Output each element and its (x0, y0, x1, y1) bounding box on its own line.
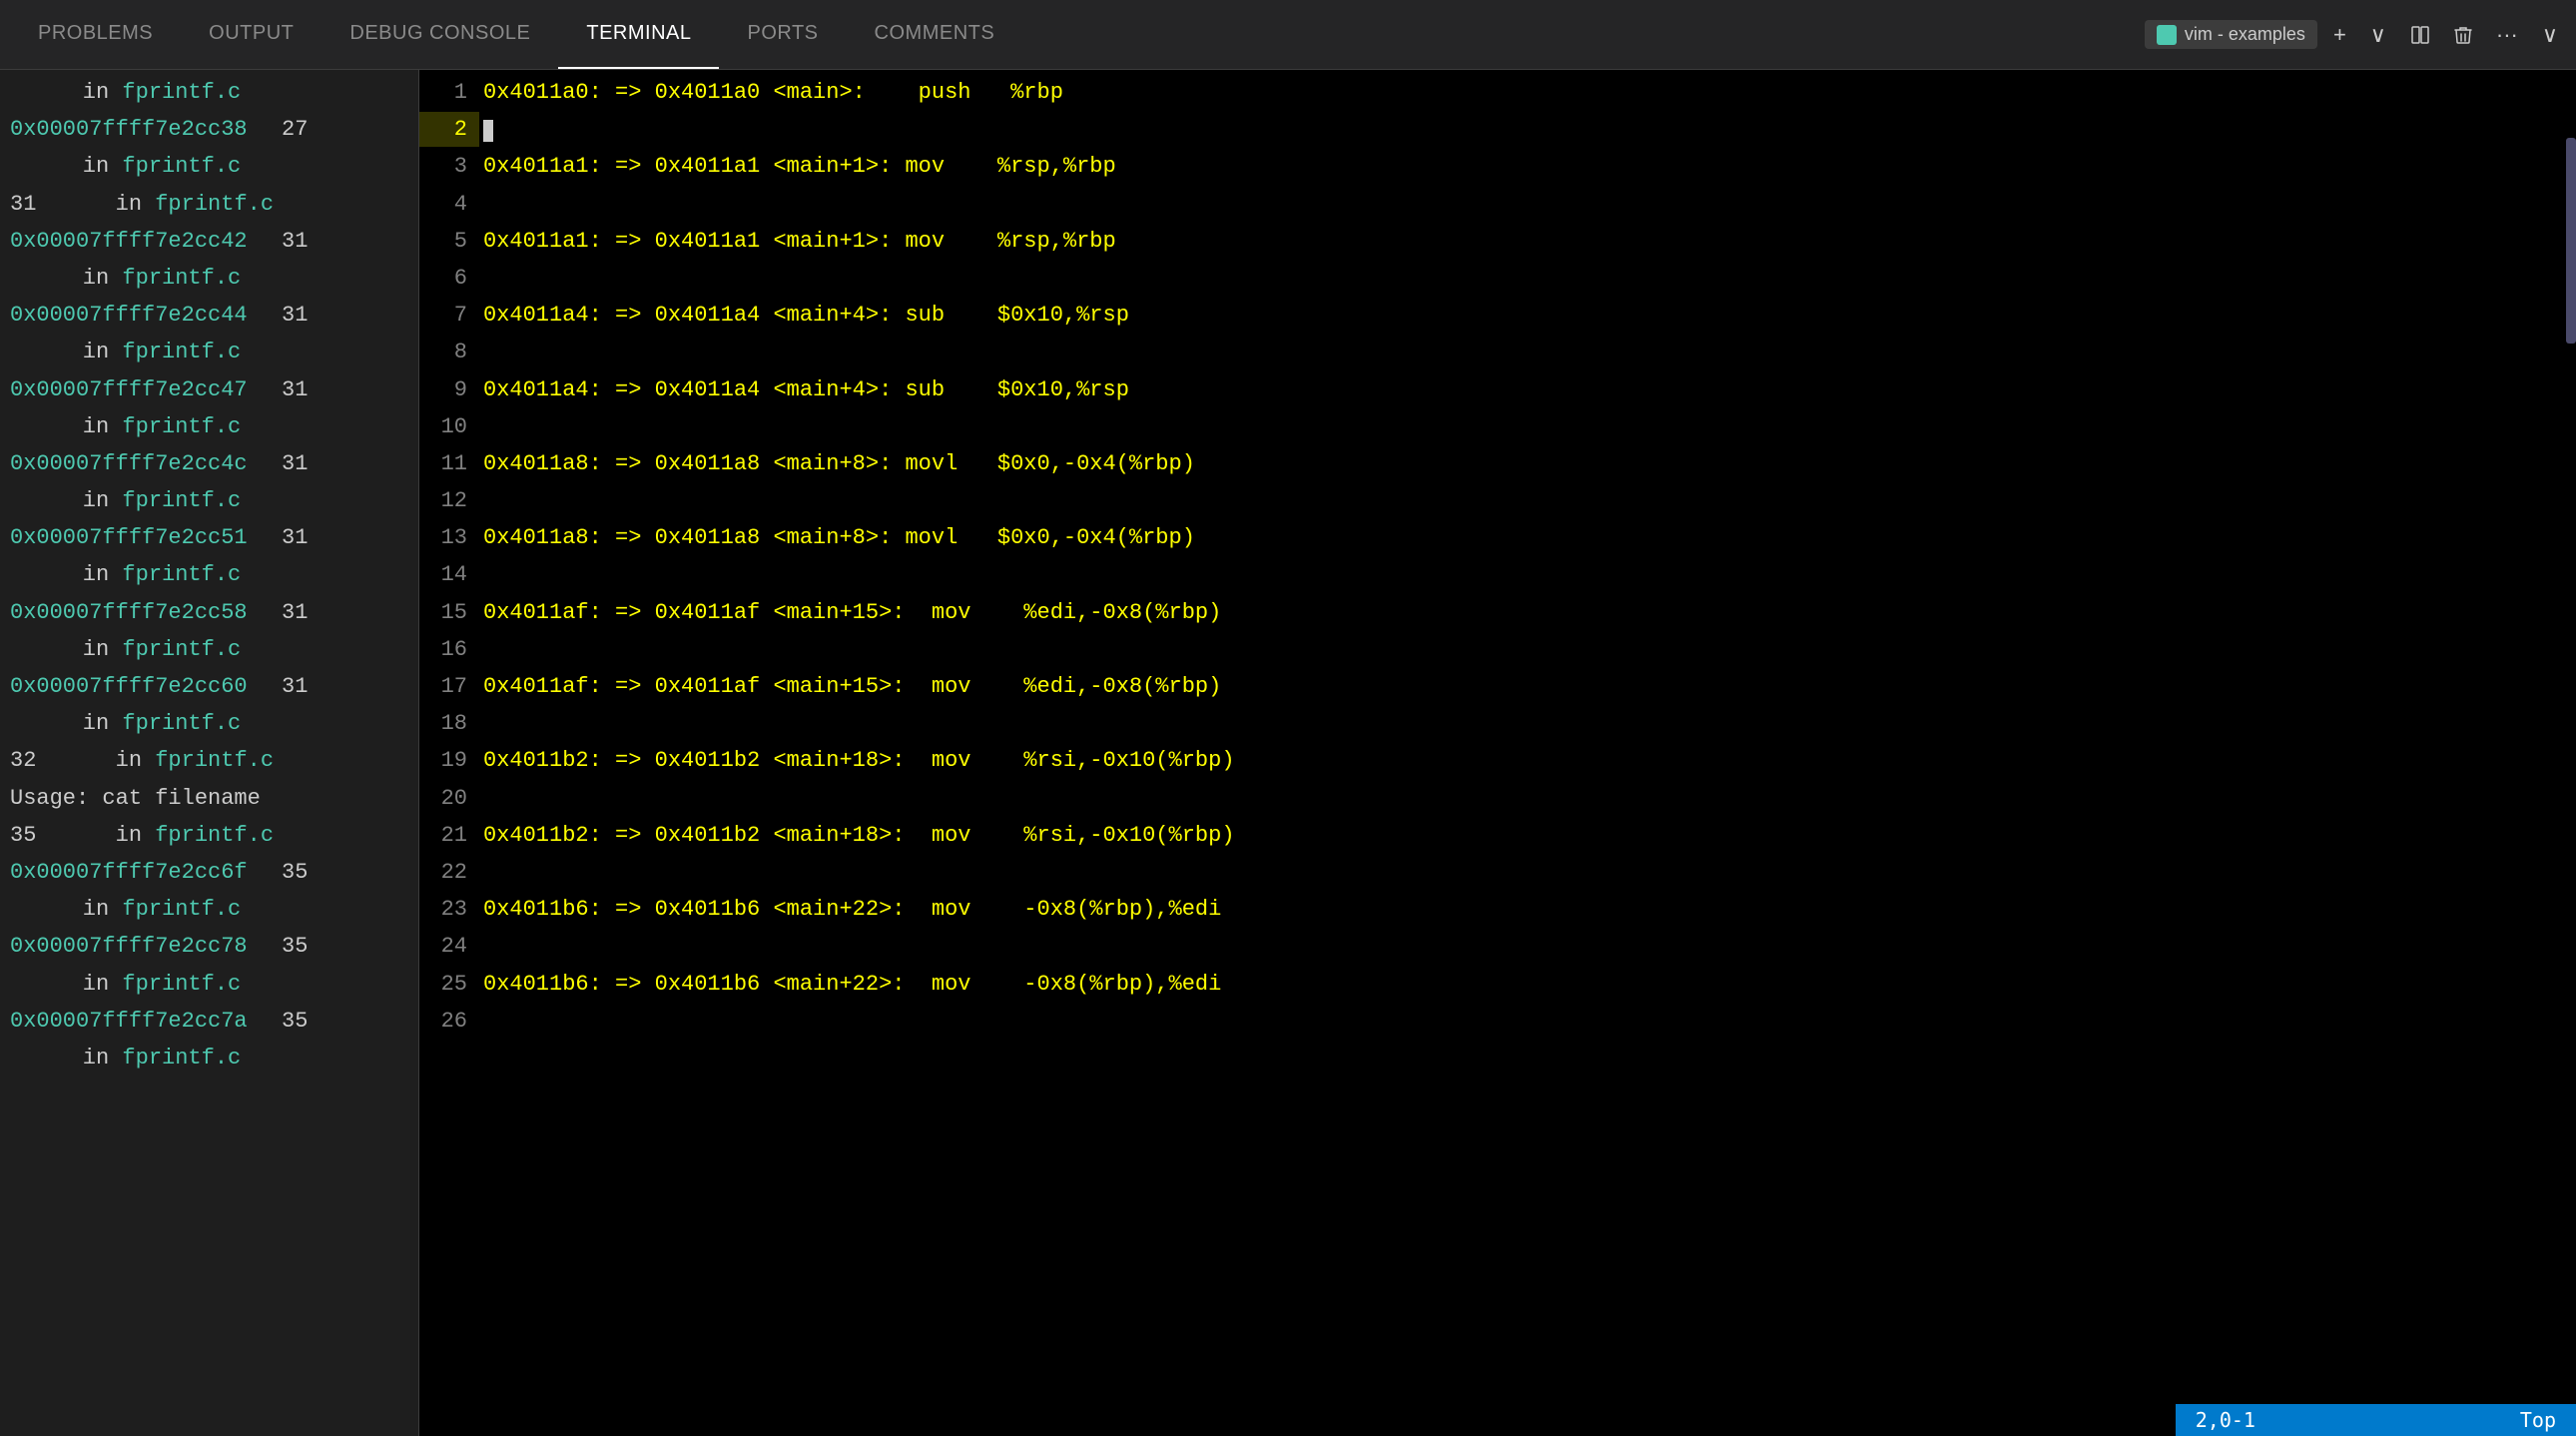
list-item: 0x00007ffff7e2cc47 31 (0, 371, 418, 408)
table-row: 5 0x4011a1: => 0x4011a1 <main+1>: mov %r… (419, 223, 2576, 260)
list-item: 32 in fprintf.c (0, 742, 418, 779)
table-row: 18 (419, 705, 2576, 742)
table-row: 17 0x4011af: => 0x4011af <main+15>: mov … (419, 668, 2576, 705)
list-item: in fprintf.c (0, 260, 418, 297)
list-item: Usage: cat filename (0, 780, 418, 817)
list-item: 0x00007ffff7e2cc7a 35 (0, 1003, 418, 1040)
list-item: 0x00007ffff7e2cc42 31 (0, 223, 418, 260)
table-row: 21 0x4011b2: => 0x4011b2 <main+18>: mov … (419, 817, 2576, 854)
tab-problems[interactable]: PROBLEMS (10, 0, 181, 69)
split-terminal-button[interactable] (2402, 21, 2438, 49)
new-terminal-button[interactable]: + (2325, 18, 2354, 52)
list-item: 0x00007ffff7e2cc6f 35 (0, 854, 418, 891)
list-item: 0x00007ffff7e2cc78 35 (0, 928, 418, 965)
list-item: 0x00007ffff7e2cc4c 31 (0, 445, 418, 482)
table-row: 16 (419, 631, 2576, 668)
table-row: 26 (419, 1003, 2576, 1040)
delete-terminal-button[interactable] (2446, 21, 2480, 49)
tab-debug-console[interactable]: DEBUG CONSOLE (322, 0, 558, 69)
table-row: 11 0x4011a8: => 0x4011a8 <main+8>: movl … (419, 445, 2576, 482)
vim-status-bar: 2,0-1 Top (2176, 1404, 2576, 1436)
table-row: 24 (419, 928, 2576, 965)
table-row: 7 0x4011a4: => 0x4011a4 <main+4>: sub $0… (419, 297, 2576, 334)
terminal-icon (2157, 25, 2177, 45)
table-row: 25 0x4011b6: => 0x4011b6 <main+22>: mov … (419, 966, 2576, 1003)
tab-output[interactable]: OUTPUT (181, 0, 322, 69)
list-item: in fprintf.c (0, 1040, 418, 1077)
tab-terminal[interactable]: TERMINAL (558, 0, 719, 69)
list-item: 0x00007ffff7e2cc51 31 (0, 519, 418, 556)
list-item: in fprintf.c (0, 148, 418, 185)
main-content: in fprintf.c 0x00007ffff7e2cc38 27 in fp… (0, 70, 2576, 1436)
list-item: in fprintf.c (0, 556, 418, 593)
list-item: 0x00007ffff7e2cc44 31 (0, 297, 418, 334)
table-row: 15 0x4011af: => 0x4011af <main+15>: mov … (419, 594, 2576, 631)
terminal-dropdown-button[interactable]: ∨ (2362, 18, 2394, 52)
terminal-instance[interactable]: vim - examples (2145, 20, 2317, 49)
left-panel[interactable]: in fprintf.c 0x00007ffff7e2cc38 27 in fp… (0, 70, 419, 1436)
list-item: in fprintf.c (0, 966, 418, 1003)
scrollbar-thumb[interactable] (2566, 138, 2576, 343)
list-item: 35 in fprintf.c (0, 817, 418, 854)
right-panel[interactable]: 1 0x4011a0: => 0x4011a0 <main>: push %rb… (419, 70, 2576, 1436)
more-actions-button[interactable]: ··· (2488, 18, 2526, 52)
table-row: 1 0x4011a0: => 0x4011a0 <main>: push %rb… (419, 74, 2576, 111)
panel-chevron-button[interactable]: ∨ (2534, 18, 2566, 52)
table-row: 6 (419, 260, 2576, 297)
table-row: 22 (419, 854, 2576, 891)
list-item: in fprintf.c (0, 705, 418, 742)
tab-comments[interactable]: COMMENTS (847, 0, 1023, 69)
terminal-instance-label: vim - examples (2185, 24, 2305, 45)
cursor-position: 2,0-1 (2196, 1408, 2255, 1432)
list-item: in fprintf.c (0, 334, 418, 370)
list-item: in fprintf.c (0, 482, 418, 519)
list-item: in fprintf.c (0, 408, 418, 445)
list-item: 0x00007ffff7e2cc58 31 (0, 594, 418, 631)
table-row: 23 0x4011b6: => 0x4011b6 <main+22>: mov … (419, 891, 2576, 928)
table-row: 8 (419, 334, 2576, 370)
table-row: 13 0x4011a8: => 0x4011a8 <main+8>: movl … (419, 519, 2576, 556)
table-row: 4 (419, 186, 2576, 223)
scroll-position: Top (2520, 1408, 2556, 1432)
table-row: 14 (419, 556, 2576, 593)
list-item: in fprintf.c (0, 631, 418, 668)
table-row: 20 (419, 780, 2576, 817)
list-item: 31 in fprintf.c (0, 186, 418, 223)
list-item: 0x00007ffff7e2cc60 31 (0, 668, 418, 705)
list-item: in fprintf.c (0, 74, 418, 111)
table-row: 2 (419, 111, 2576, 148)
cursor (483, 120, 493, 142)
table-row: 19 0x4011b2: => 0x4011b2 <main+18>: mov … (419, 742, 2576, 779)
table-row: 9 0x4011a4: => 0x4011a4 <main+4>: sub $0… (419, 371, 2576, 408)
table-row: 10 (419, 408, 2576, 445)
tab-ports[interactable]: PORTS (719, 0, 846, 69)
tab-bar: PROBLEMS OUTPUT DEBUG CONSOLE TERMINAL P… (0, 0, 2576, 70)
table-row: 3 0x4011a1: => 0x4011a1 <main+1>: mov %r… (419, 148, 2576, 185)
tab-bar-actions: vim - examples + ∨ ··· ∨ (2145, 18, 2566, 52)
list-item: 0x00007ffff7e2cc38 27 (0, 111, 418, 148)
table-row: 12 (419, 482, 2576, 519)
list-item: in fprintf.c (0, 891, 418, 928)
